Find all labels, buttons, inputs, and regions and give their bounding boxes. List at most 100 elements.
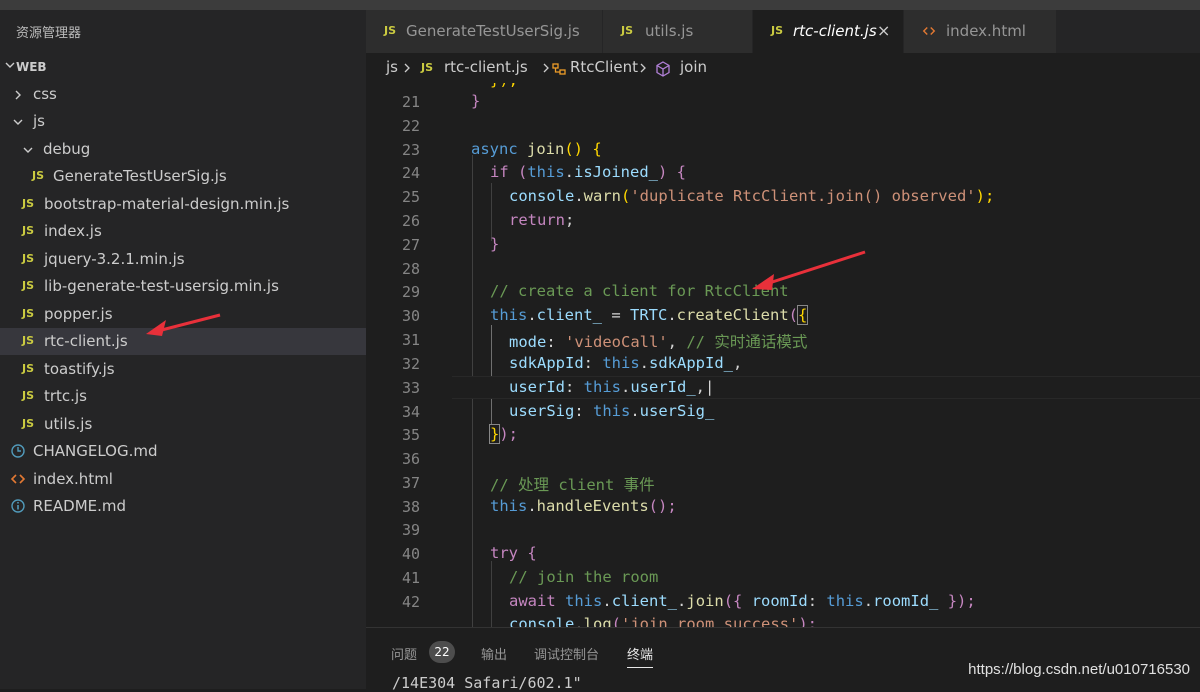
tree-file-index-html[interactable]: index.html <box>0 466 366 493</box>
tree-folder-debug[interactable]: debug <box>0 136 366 163</box>
code-token: TRTC <box>630 306 668 324</box>
tree-file-toastify[interactable]: JS toastify.js <box>0 356 366 383</box>
code-token: : <box>807 592 827 610</box>
code-token: // create a client for RtcClient <box>490 282 789 300</box>
code-token: // 实时通话模式 <box>686 333 808 351</box>
line-number: 22 <box>401 117 420 135</box>
tree-item-label: lib-generate-test-usersig.min.js <box>44 277 279 295</box>
code-token: try <box>490 544 518 562</box>
panel-tab-output[interactable]: 输出 <box>481 644 507 663</box>
tree-file-bootstrap[interactable]: JS bootstrap-material-design.min.js <box>0 191 366 218</box>
panel-tab-debug-console[interactable]: 调试控制台 <box>534 644 599 663</box>
terminal-output: /14E304 Safari/602.1" <box>392 674 582 692</box>
tree-file-trtc[interactable]: JS trtc.js <box>0 383 366 410</box>
code-token: 'videoCall' <box>565 333 668 351</box>
code-token: 'duplicate RtcClient.join() observed' <box>630 187 976 205</box>
code-token: // 处理 client 事件 <box>490 476 655 494</box>
tree-file-popper[interactable]: JS popper.js <box>0 301 366 328</box>
tab-index-html[interactable]: index.html <box>904 10 1057 53</box>
tree-item-label: index.html <box>33 470 113 488</box>
line-number: 36 <box>401 450 420 468</box>
tree-folder-js[interactable]: js <box>0 108 366 135</box>
title-bar <box>0 0 1200 10</box>
js-file-icon: JS <box>32 169 45 182</box>
code-line: }); <box>488 424 518 444</box>
method-icon <box>656 61 670 77</box>
code-token: this <box>602 354 640 372</box>
breadcrumb-method[interactable]: join <box>680 58 707 76</box>
code-token: this <box>565 592 603 610</box>
tree-item-label: README.md <box>33 497 127 515</box>
tree-file-lib-generate[interactable]: JS lib-generate-test-usersig.min.js <box>0 273 366 300</box>
html-file-icon <box>10 474 26 484</box>
code-token: sdkAppId_ <box>649 354 733 372</box>
code-token: ( <box>508 163 528 181</box>
tree-file-changelog[interactable]: CHANGELOG.md <box>0 438 366 465</box>
code-token: . <box>527 497 537 515</box>
tree-item-label: trtc.js <box>44 387 87 405</box>
code-line: try { <box>490 544 537 562</box>
code-token: client_ <box>611 592 678 610</box>
code-line: if (this.isJoined_) { <box>490 163 686 181</box>
code-line: async join() { <box>471 140 602 158</box>
info-icon <box>11 499 25 513</box>
breadcrumb-file[interactable]: rtc-client.js <box>444 58 528 76</box>
code-token: { <box>796 305 809 325</box>
line-number: 32 <box>401 355 420 373</box>
js-file-icon: JS <box>771 24 784 37</box>
tree-file-jquery[interactable]: JS jquery-3.2.1.min.js <box>0 246 366 273</box>
watermark: https://blog.csdn.net/u010716530 <box>968 661 1190 678</box>
breadcrumb-class[interactable]: RtcClient <box>570 58 638 76</box>
close-icon[interactable]: × <box>877 21 890 40</box>
code-token: this <box>826 592 864 610</box>
tab-generatetestusersig[interactable]: JS GenerateTestUserSig.js <box>366 10 603 53</box>
code-line: this.handleEvents(); <box>490 497 677 515</box>
tab-utils[interactable]: JS utils.js <box>603 10 753 53</box>
tree-file-readme[interactable]: README.md <box>0 493 366 520</box>
code-token: ); <box>975 187 995 205</box>
code-editor[interactable]: }); 21 } 22 23 async join() { 24 if (thi… <box>366 83 1200 627</box>
tree-folder-css[interactable]: css <box>0 81 366 108</box>
code-line: await this.client_.join({ roomId: this.r… <box>509 592 976 610</box>
panel-tab-terminal[interactable]: 终端 <box>627 644 654 668</box>
tab-rtc-client[interactable]: JS rtc-client.js × <box>753 10 904 53</box>
explorer-sidebar: 资源管理器 WEB css js debug JS GenerateTestUs… <box>0 10 366 689</box>
code-token: } <box>488 424 501 444</box>
line-number: 31 <box>401 331 420 349</box>
code-token: : <box>583 354 603 372</box>
tree-file-generatetestusersig[interactable]: JS GenerateTestUserSig.js <box>0 163 366 190</box>
code-token: = <box>602 306 630 324</box>
code-line: // join the room <box>509 568 658 586</box>
code-token: }); <box>938 592 976 610</box>
code-token: userSig <box>509 402 575 420</box>
line-number: 40 <box>401 545 420 563</box>
code-token: mode <box>509 333 547 351</box>
explorer-root-folder[interactable]: WEB <box>0 53 366 81</box>
js-file-icon: JS <box>22 307 35 320</box>
code-token: , <box>733 354 743 372</box>
code-token: ); <box>798 615 817 627</box>
code-token: handleEvents <box>536 497 649 515</box>
tree-file-utils[interactable]: JS utils.js <box>0 411 366 438</box>
tree-file-rtc-client[interactable]: JS rtc-client.js <box>0 328 366 355</box>
code-token: { <box>518 544 537 562</box>
tree-item-label: jquery-3.2.1.min.js <box>44 250 185 268</box>
tree-file-index-js[interactable]: JS index.js <box>0 218 366 245</box>
code-line: // 处理 client 事件 <box>490 473 655 495</box>
code-token: : <box>546 333 565 351</box>
code-token: join <box>686 592 724 610</box>
line-number: 27 <box>401 236 420 254</box>
tree-item-label: bootstrap-material-design.min.js <box>44 195 290 213</box>
editor-tab-bar: JS GenerateTestUserSig.js JS utils.js JS… <box>366 10 1200 53</box>
panel-tab-problems[interactable]: 问题 <box>391 644 417 663</box>
explorer-title: 资源管理器 <box>16 26 82 41</box>
line-number: 29 <box>401 283 420 301</box>
tree-item-label: css <box>33 85 57 103</box>
js-file-icon: JS <box>22 197 35 210</box>
breadcrumb: js JS rtc-client.js RtcClient join <box>366 53 1200 83</box>
breadcrumb-folder[interactable]: js <box>386 58 398 76</box>
line-number: 41 <box>401 569 420 587</box>
tree-item-label: index.js <box>44 222 102 240</box>
code-token: roomId <box>751 592 808 610</box>
